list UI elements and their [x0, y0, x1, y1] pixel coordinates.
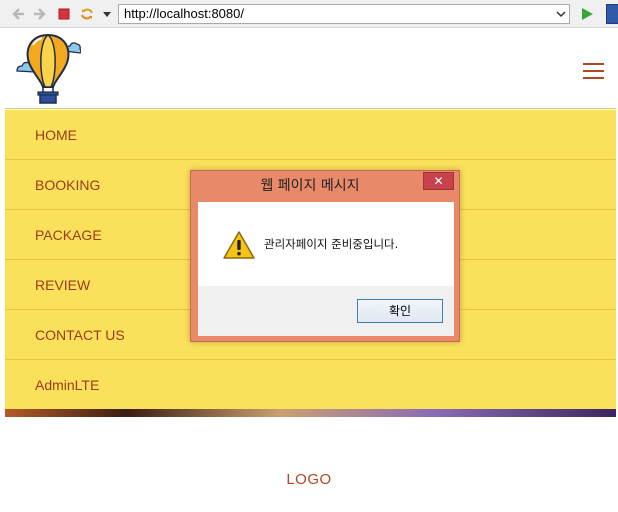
hamburger-menu-icon[interactable]: [583, 63, 604, 80]
address-dropdown-icon[interactable]: [556, 5, 566, 30]
extension-icon[interactable]: [606, 4, 618, 24]
address-bar[interactable]: http://localhost:8080/: [118, 4, 570, 24]
dialog-footer: 확인: [198, 286, 454, 336]
dialog-title: 웹 페이지 메시지: [260, 178, 360, 194]
ok-button[interactable]: 확인: [357, 299, 443, 323]
close-icon[interactable]: ✕: [423, 172, 454, 190]
stop-icon[interactable]: [56, 6, 72, 22]
hot-air-balloon-logo-icon[interactable]: [15, 31, 82, 107]
dialog-body: 관리자페이지 준비중입니다. 확인: [198, 202, 454, 336]
back-arrow-icon[interactable]: [10, 6, 26, 22]
forward-arrow-icon[interactable]: [32, 6, 48, 22]
browser-toolbar: http://localhost:8080/: [0, 0, 618, 28]
go-icon[interactable]: [580, 6, 594, 27]
alert-dialog: 웹 페이지 메시지 ✕ 관리자페이지 준비중입니다. 확인: [190, 170, 460, 342]
refresh-icon[interactable]: [79, 6, 95, 22]
nav-item-adminlte[interactable]: AdminLTE: [5, 360, 616, 410]
dropdown-icon[interactable]: [99, 6, 115, 22]
dialog-message: 관리자페이지 준비중입니다.: [264, 237, 399, 251]
banner-image-strip: [5, 409, 616, 417]
site-header: [5, 28, 616, 109]
footer-logo-text[interactable]: LOGO: [0, 471, 618, 488]
nav-item-home[interactable]: HOME: [5, 110, 616, 160]
url-text: http://localhost:8080/: [124, 6, 244, 21]
warning-icon: [222, 230, 256, 260]
